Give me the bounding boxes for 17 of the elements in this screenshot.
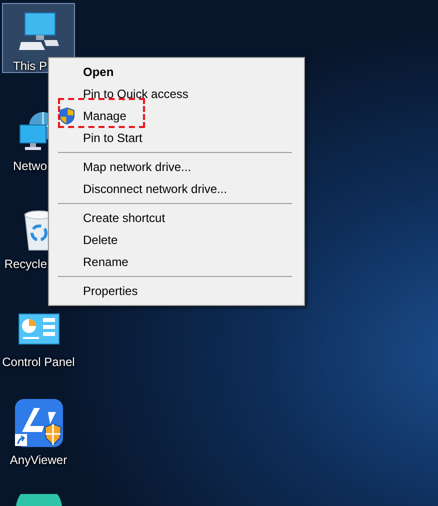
icon-label: Recycle [4,257,47,271]
menu-item[interactable]: Map network drive... [49,156,304,178]
desktop-icon[interactable]: AnyViewer [2,395,75,493]
icon-label: This P [12,59,47,73]
icon-label: Control Panel [2,355,75,369]
menu-item[interactable]: Manage [49,105,304,127]
icon-label: Netwo [12,159,47,173]
menu-item[interactable]: Delete [49,229,304,251]
menu-item[interactable]: Pin to Quick access [49,83,304,105]
menu-item[interactable]: Create shortcut [49,207,304,229]
round-app-icon [16,494,62,506]
menu-item[interactable]: Pin to Start [49,127,304,149]
app-shortcut-icon [14,398,64,448]
desktop-icon[interactable]: This P [2,3,75,73]
menu-item[interactable]: Disconnect network drive... [49,178,304,200]
menu-item[interactable]: Rename [49,251,304,273]
icon-label: AnyViewer [10,453,68,467]
